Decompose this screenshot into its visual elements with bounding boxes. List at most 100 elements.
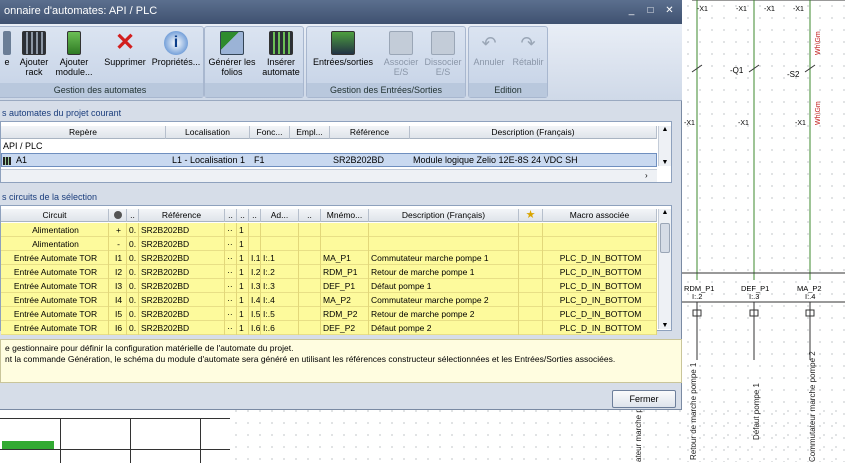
io-scroll-down-icon[interactable]: ▼ [659,322,671,329]
add-rack-label: Ajouter rack [19,57,49,77]
io-scroll-up-icon[interactable]: ▲ [659,209,671,216]
plc-row-a1[interactable]: A1 L1 - Localisation 1 F1 SR2B202BD Modu… [1,153,657,167]
io-cell-mnemo [321,237,369,251]
maximize-button[interactable]: □ [642,4,659,19]
io-table-header: Circuit .. Référence .. .. .. Ad... .. M… [1,209,657,222]
io-row[interactable]: Entrée Automate TOR I6 0. SR2B202BD ·· 1 I.6 I:… [1,321,657,335]
col-emplacement[interactable]: Empl... [290,126,330,139]
io-button[interactable]: Entrées/sorties [309,29,377,81]
io-vertical-scrollbar[interactable]: ▲ ▼ [658,209,671,329]
col-address[interactable]: Ad... [261,209,299,222]
io-cell-c2: 0. [127,265,139,279]
col-c8[interactable]: .. [299,209,321,222]
plc-description: Module logique Zelio 12E-8S 24 VDC SH [413,155,578,165]
title-bar[interactable]: onnaire d'automates: API / PLC _ □ ✕ [0,0,682,24]
plc-horizontal-scrollbar[interactable]: › [1,169,657,182]
plc-vertical-scrollbar[interactable]: ▲ ▼ [658,126,671,166]
scroll-up-icon[interactable]: ▲ [659,126,671,133]
partial-button[interactable]: e [1,29,13,81]
col-c5[interactable]: .. [237,209,249,222]
io-cell-c6: I.4 [251,293,261,307]
io-cell-circuit: Entrée Automate TOR [1,321,109,335]
redo-button[interactable]: ↷ Rétablir [509,29,547,81]
delete-button[interactable]: ✕ Supprimer [101,29,149,81]
io-cell-macro: PLC_D_IN_BOTTOM [543,321,657,335]
properties-button[interactable]: i Propriétés... [149,29,203,81]
group-label-edition: Edition [469,83,547,97]
io-cell-desc: Retour de marche pompe 2 [369,307,519,321]
terminal-top-4: -X1 [793,6,804,13]
generate-folios-label: Générer les folios [208,57,256,77]
io-cell-c8 [299,265,321,279]
io-cell-c8 [299,321,321,335]
io-cell-desc [369,223,519,237]
col-io-description[interactable]: Description (Français) [369,209,519,222]
add-module-button[interactable]: Ajouter module... [53,29,95,81]
io-cell-c2: 0. [127,293,139,307]
col-c4[interactable]: .. [225,209,237,222]
io-row[interactable]: Entrée Automate TOR I1 0. SR2B202BD ·· 1 I.1 I:… [1,251,657,265]
plc-reference: SR2B202BD [333,155,385,165]
associate-io-button[interactable]: Associer E/S [381,29,421,81]
undo-button[interactable]: ↶ Annuler [471,29,507,81]
io-cell-star [519,223,543,237]
col-mnemonic[interactable]: Mnémo... [321,209,369,222]
component-q1: -Q1 [730,66,744,75]
io-cell-mnemo [321,223,369,237]
group-generation: Générer les folios Insérer automate [204,26,304,98]
delete-x-icon: ✕ [114,29,136,56]
associate-io-label: Associer E/S [383,57,419,77]
io-cell-c1: I3 [109,279,127,293]
col-c6[interactable]: .. [249,209,261,222]
col-description[interactable]: Description (Français) [410,126,657,139]
dissociate-io-icon [431,31,455,55]
col-reference[interactable]: Référence [330,126,410,139]
io-row[interactable]: Alimentation +0. SR2B202BD ·· 1 [1,223,657,237]
add-rack-button[interactable]: Ajouter rack [17,29,51,81]
terminal-top-2: -X1 [736,6,747,13]
io-cell-c5: 1 [237,321,249,335]
close-window-button[interactable]: ✕ [661,4,678,19]
io-cell-ref: SR2B202BD [139,307,225,321]
col-repere[interactable]: Repère [1,126,166,139]
plc-repere: A1 [16,155,28,165]
io-cell-c4: ·· [225,321,237,335]
partial-icon [3,31,11,55]
delete-label: Supprimer [104,57,146,67]
col-io-reference[interactable]: Référence [139,209,225,222]
scroll-down-icon[interactable]: ▼ [659,159,671,166]
generate-folios-button[interactable]: Générer les folios [207,29,257,81]
terminal-addr-2: I:.3 [749,292,760,301]
col-circuit[interactable]: Circuit [1,209,109,222]
io-row[interactable]: Entrée Automate TOR I5 0. SR2B202BD ·· 1 I.5 I:… [1,307,657,321]
col-c2[interactable]: .. [127,209,139,222]
col-macro[interactable]: Macro associée [543,209,657,222]
io-cell-c8 [299,251,321,265]
io-cell-circuit: Alimentation [1,237,109,251]
insert-plc-button[interactable]: Insérer automate [259,29,303,81]
io-cell-desc: Commutateur marche pompe 1 [369,251,519,265]
io-cell-c5: 1 [237,223,249,237]
scroll-right-icon[interactable]: › [645,171,648,180]
io-row[interactable]: Alimentation -0. SR2B202BD ·· 1 [1,237,657,251]
io-circuits-panel: Circuit .. Référence .. .. .. Ad... .. M… [0,205,672,335]
minimize-button[interactable]: _ [623,4,640,19]
io-row[interactable]: Entrée Automate TOR I4 0. SR2B202BD ·· 1 I.4 I:… [1,293,657,307]
io-row[interactable]: Entrée Automate TOR I2 0. SR2B202BD ·· 1 I.2 I:… [1,265,657,279]
io-cell-c4: ·· [225,223,237,237]
io-scroll-thumb[interactable] [660,223,670,253]
io-cell-c4: ·· [225,307,237,321]
info-icon: i [164,31,188,55]
col-star-icon[interactable]: ★ [519,209,543,222]
close-button[interactable]: Fermer [612,390,676,408]
io-cell-circuit: Entrée Automate TOR [1,251,109,265]
io-row[interactable]: Entrée Automate TOR I3 0. SR2B202BD ·· 1 I.3 I:… [1,279,657,293]
io-cell-c8 [299,307,321,321]
tree-root-row[interactable]: API / PLC [1,140,657,154]
col-connector-icon[interactable] [109,209,127,222]
io-cell-desc: Commutateur marche pompe 2 [369,293,519,307]
col-fonction[interactable]: Fonc... [250,126,290,139]
io-cell-addr [261,237,299,251]
col-localisation[interactable]: Localisation [166,126,250,139]
dissociate-io-button[interactable]: Dissocier E/S [423,29,463,81]
